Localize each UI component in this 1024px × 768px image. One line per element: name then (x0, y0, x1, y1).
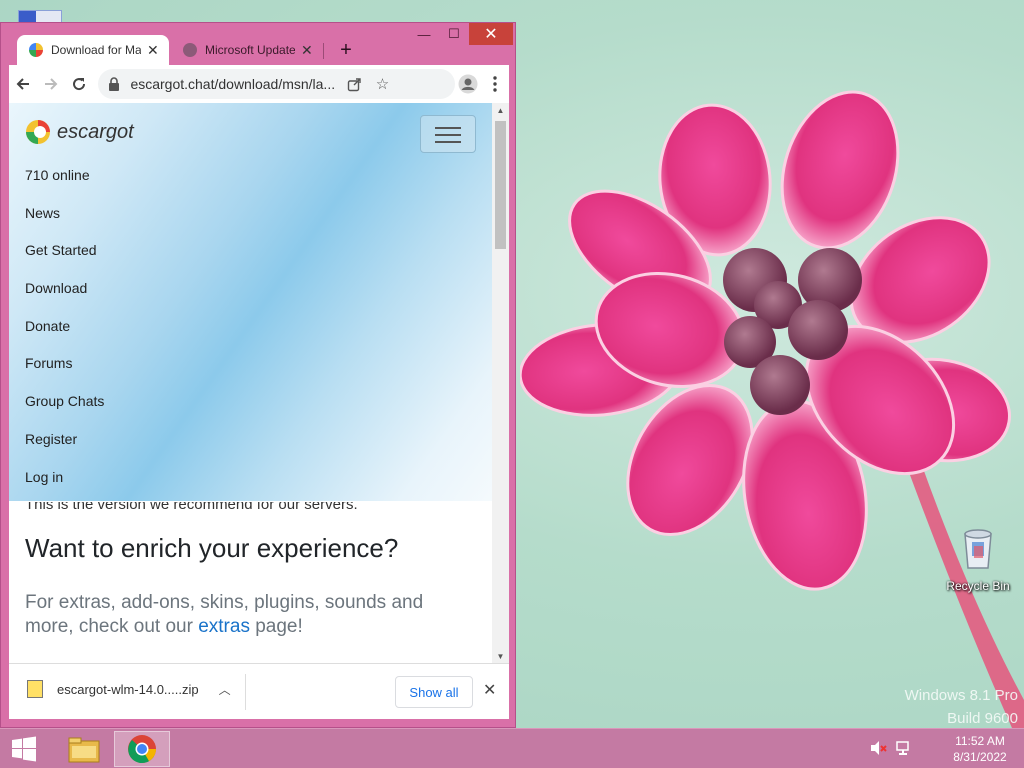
extras-paragraph: For extras, add-ons, skins, plugins, sou… (25, 591, 475, 639)
recycle-bin-label: Recycle Bin (946, 579, 1010, 593)
system-clock[interactable]: 11:52 AM 8/31/2022 (936, 733, 1024, 765)
show-all-button[interactable]: Show all (395, 676, 473, 708)
browser-menu-icon[interactable] (481, 69, 509, 99)
extras-link[interactable]: extras (198, 616, 250, 637)
nav-menu: 710 online News Get Started Download Don… (25, 165, 104, 504)
new-tab-button[interactable]: + (333, 37, 359, 63)
browser-window: — ☐ ✕ Download for Mac ✕ Microsoft Updat… (0, 22, 516, 728)
close-tab-icon[interactable]: ✕ (147, 42, 159, 59)
forward-icon[interactable] (37, 69, 65, 99)
download-filename: escargot-wlm-14.0.....zip (57, 681, 199, 697)
chrome-taskbar-button[interactable] (114, 731, 170, 767)
scroll-thumb[interactable] (495, 121, 506, 249)
clock-time: 11:52 AM (955, 734, 1005, 748)
tab-download[interactable]: Download for Mac ✕ (17, 35, 169, 65)
nav-item-get-started[interactable]: Get Started (25, 240, 104, 278)
nav-item-log-in[interactable]: Log in (25, 467, 104, 505)
nav-item-forums[interactable]: Forums (25, 353, 104, 391)
nav-item-register[interactable]: Register (25, 429, 104, 467)
zip-file-icon (27, 680, 43, 698)
scroll-down-icon[interactable]: ▼ (492, 649, 509, 663)
recycle-bin-icon (964, 529, 992, 569)
flower-wallpaper (520, 90, 1024, 728)
url-text[interactable]: escargot.chat/download/msn/la... (130, 76, 340, 92)
logo-text: escargot (57, 120, 134, 143)
scroll-up-icon[interactable]: ▲ (492, 103, 509, 117)
network-icon[interactable] (896, 739, 914, 757)
tab-separator (323, 43, 324, 59)
recycle-bin[interactable]: Recycle Bin (940, 526, 1016, 593)
download-separator (245, 674, 246, 710)
lock-icon (109, 77, 120, 91)
site-logo[interactable]: escargot (25, 119, 134, 145)
download-bar: escargot-wlm-14.0.....zip ︿ Show all ✕ (9, 663, 509, 719)
chrome-icon (128, 735, 156, 764)
share-icon[interactable] (340, 70, 368, 98)
system-tray (870, 739, 914, 757)
bookmark-star-icon[interactable]: ☆ (368, 70, 396, 98)
section-heading: Want to enrich your experience? (25, 533, 399, 563)
browser-toolbar: escargot.chat/download/msn/la... ☆ (9, 65, 509, 103)
site-header: escargot 710 online News Get Started Dow… (9, 103, 492, 501)
clock-date: 8/31/2022 (953, 750, 1007, 764)
start-button[interactable] (0, 729, 48, 768)
tab-microsoft-update[interactable]: Microsoft Update Catalog ✕ (171, 35, 323, 65)
download-item[interactable]: escargot-wlm-14.0.....zip ︿ (27, 680, 231, 698)
tab-title: Download for Mac (51, 43, 141, 57)
nav-item-download[interactable]: Download (25, 278, 104, 316)
escargot-logo-icon (26, 120, 50, 144)
nav-item-donate[interactable]: Donate (25, 316, 104, 354)
profile-avatar-icon[interactable] (455, 70, 481, 98)
hamburger-line (435, 141, 461, 143)
page-scrollbar[interactable]: ▲ ▼ (492, 103, 509, 663)
hamburger-line (435, 134, 461, 136)
close-tab-icon[interactable]: ✕ (301, 42, 313, 59)
file-explorer-taskbar-button[interactable] (56, 731, 112, 767)
globe-favicon-icon (183, 43, 197, 57)
escargot-favicon-icon (29, 43, 43, 57)
taskbar: 11:52 AM 8/31/2022 (0, 728, 1024, 768)
nav-item-news[interactable]: News (25, 203, 104, 241)
back-icon[interactable] (9, 69, 37, 99)
close-download-bar-icon[interactable]: ✕ (483, 680, 496, 700)
maximize-button[interactable]: ☐ (439, 23, 469, 45)
windows-watermark: Windows 8.1 Pro Build 9600 (905, 684, 1018, 728)
reload-icon[interactable] (65, 69, 93, 99)
online-count: 710 online (25, 167, 90, 183)
hamburger-line (435, 127, 461, 129)
lead-text-end: page! (249, 616, 303, 637)
volume-muted-icon[interactable] (870, 739, 888, 757)
watermark-edition: Windows 8.1 Pro (904, 687, 1018, 704)
page-viewport: escargot 710 online News Get Started Dow… (9, 103, 509, 663)
minimize-button[interactable]: — (409, 23, 439, 45)
address-bar[interactable]: escargot.chat/download/msn/la... ☆ (98, 69, 456, 99)
tab-title: Microsoft Update Catalog (205, 43, 295, 57)
watermark-build: Build 9600 (947, 710, 1018, 727)
close-window-button[interactable]: ✕ (469, 23, 513, 45)
nav-item-group-chats[interactable]: Group Chats (25, 391, 104, 429)
chevron-up-icon[interactable]: ︿ (219, 681, 231, 698)
windows-logo-icon (12, 736, 36, 762)
tab-strip: — ☐ ✕ Download for Mac ✕ Microsoft Updat… (1, 23, 515, 65)
folder-icon (68, 737, 100, 763)
nav-toggle-button[interactable] (420, 115, 476, 153)
